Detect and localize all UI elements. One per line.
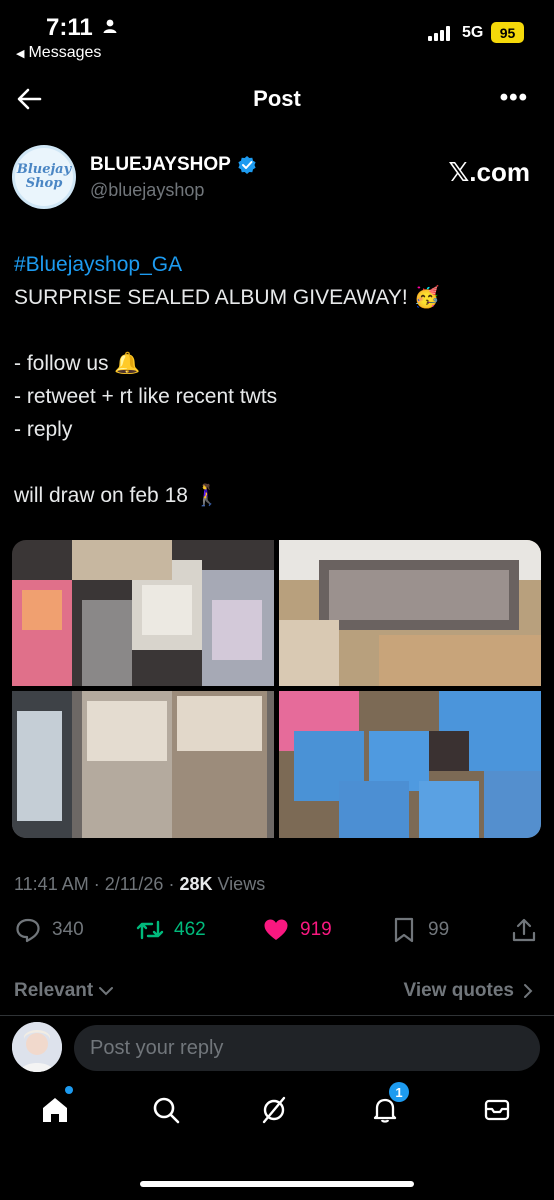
nav-home[interactable] [35,1086,75,1130]
back-to-app-link[interactable]: ◀ Messages [16,44,101,62]
tweet-line: will draw on feb 18 🚶‍♀️ [14,484,220,507]
tweet-line: - follow us 🔔 [14,352,141,375]
person-icon [103,19,117,33]
media-grid [12,540,541,838]
heart-icon [264,919,288,940]
photo-stacked-albums[interactable] [12,691,274,838]
avatar-logo-line1: Bluejay [16,162,72,177]
share-icon [512,918,536,942]
search-icon [153,1097,180,1124]
tweet-date: 2/11/26 [104,874,164,894]
tweet-line [14,446,534,479]
bottom-nav: 1 [0,1082,554,1150]
home-indicator [140,1181,414,1187]
top-bar: Post ••• [0,72,554,128]
bookmark-button[interactable]: 99 [390,916,449,944]
photo-albums-shelf[interactable] [12,540,274,686]
tweet-line: SURPRISE SEALED ALBUM GIVEAWAY! 🥳 [14,286,440,309]
source-label: 𝕏.com [448,157,530,187]
notifications-badge: 1 [389,1082,409,1102]
tweet-meta: 11:41 AM · 2/11/26 · 28K Views [14,874,266,894]
reply-icon [16,918,40,943]
action-bar: 340 462 919 99 [0,916,554,952]
view-quotes-label: View quotes [403,980,514,1001]
retweet-count: 462 [174,919,206,940]
tweet-line: - retweet + rt like recent twts [14,385,278,408]
chevron-right-icon [524,984,533,998]
divider [0,1015,554,1016]
like-count: 919 [300,919,332,940]
tweet-line: - reply [14,418,73,441]
reply-count: 340 [52,919,84,940]
avatar-logo-line2: Shop [25,176,63,191]
sort-dropdown[interactable]: Relevant [14,980,115,1002]
author-name[interactable]: BLUEJAYSHOP [90,154,257,176]
photo-blue-albums[interactable] [279,691,541,838]
sort-label: Relevant [14,980,94,1001]
back-app-label: Messages [28,44,102,61]
photo-box-of-albums[interactable] [279,540,541,686]
status-time: 7:11 [46,14,93,41]
battery-level: 95 [499,24,516,41]
home-new-dot [65,1086,73,1094]
tweet-time: 11:41 AM [14,874,89,894]
views-label: Views [217,874,266,894]
retweet-icon [136,920,164,940]
verified-badge-icon [238,156,256,174]
bookmark-count: 99 [428,919,450,940]
view-quotes-link[interactable]: View quotes [403,980,536,1002]
share-button[interactable] [510,916,538,944]
user-avatar[interactable] [12,1022,62,1072]
home-icon [43,1098,67,1122]
grok-icon [262,1096,286,1124]
views-count: 28K [179,874,213,894]
user-avatar-image [12,1022,62,1072]
reply-input[interactable]: Post your reply [74,1025,540,1071]
back-triangle-icon: ◀ [16,47,25,60]
bookmark-icon [394,917,414,943]
nav-notifications[interactable]: 1 [365,1082,409,1130]
network-label: 5G [462,24,484,41]
author-name-text: BLUEJAYSHOP [90,154,231,175]
tweet-line [14,314,534,347]
more-options-icon[interactable]: ••• [500,84,528,112]
hashtag-link[interactable]: #Bluejayshop_GA [14,248,534,281]
chevron-down-icon [99,987,114,996]
mail-icon [484,1099,510,1121]
nav-search[interactable] [146,1090,186,1130]
nav-grok[interactable] [254,1090,294,1130]
nav-messages[interactable] [477,1090,517,1130]
battery-icon: 95 [491,22,524,43]
like-button[interactable]: 919 [262,916,332,944]
signal-icon [428,25,450,41]
author-handle[interactable]: @bluejayshop [90,180,204,201]
page-title: Post [253,86,301,111]
author-avatar[interactable]: Bluejay Shop [12,145,76,209]
status-bar: 7:11 ◀ Messages 5G 95 [0,0,554,70]
retweet-button[interactable]: 462 [136,916,206,944]
reply-button[interactable]: 340 [14,916,84,944]
tweet-text: #Bluejayshop_GA SURPRISE SEALED ALBUM GI… [14,248,534,512]
